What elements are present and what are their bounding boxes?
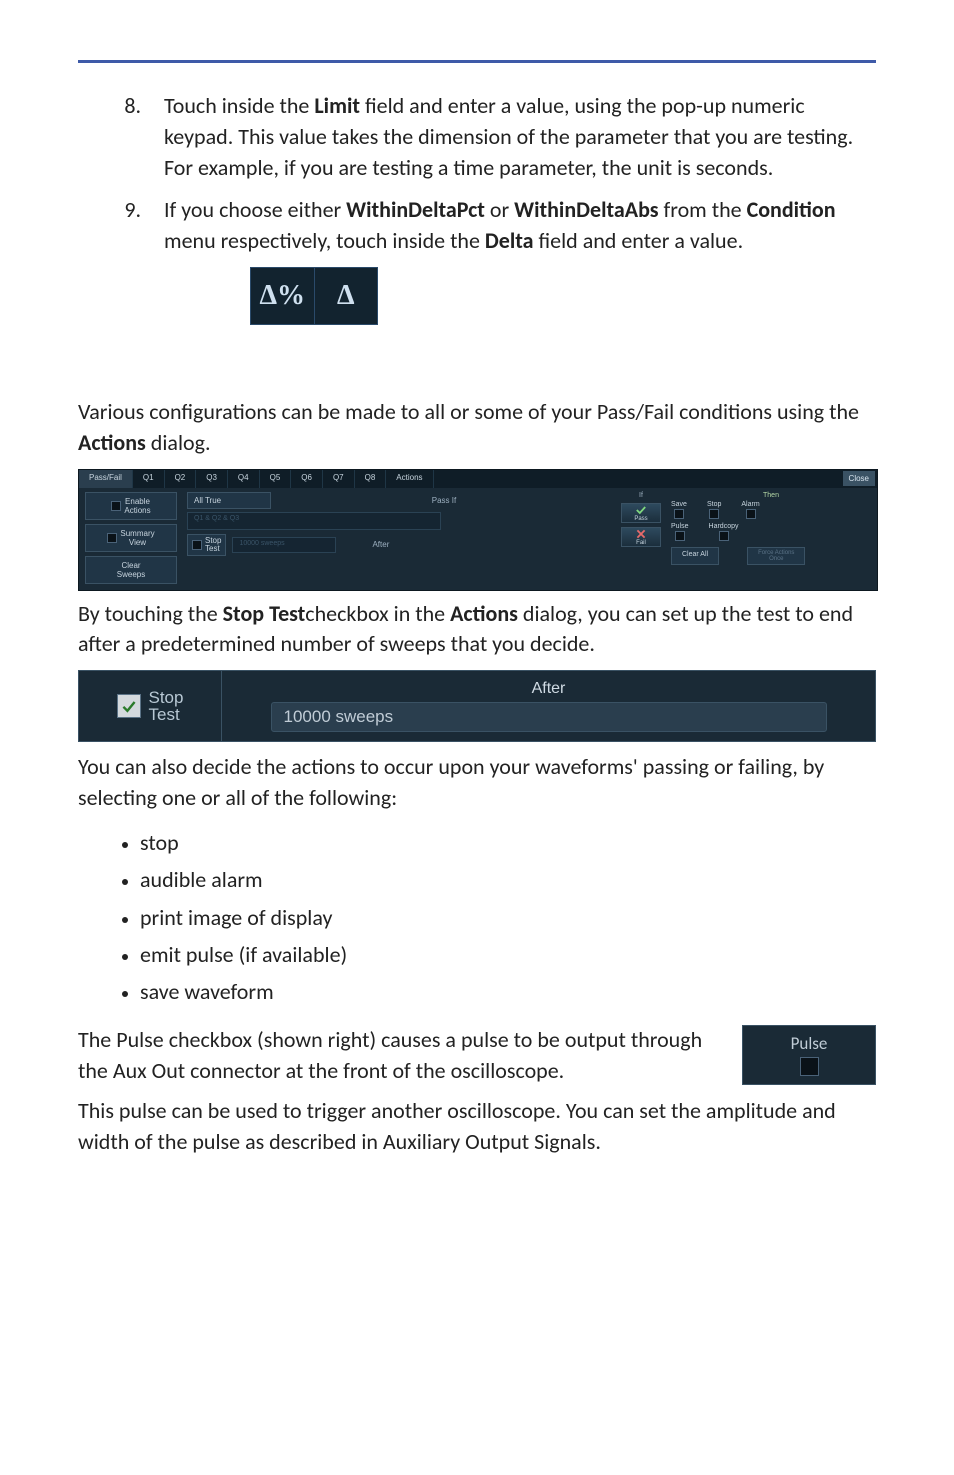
summary-view-checkbox[interactable]: Summary View [85, 524, 177, 552]
pulse-checkbox[interactable] [800, 1057, 819, 1076]
sweeps-value-field[interactable]: 10000 sweeps [271, 702, 827, 732]
alarm-label: Alarm [741, 501, 759, 508]
checkbox-icon [107, 533, 117, 543]
instruction-item-8: Touch inside the Limit field and enter a… [146, 91, 876, 183]
tab-q4[interactable]: Q4 [228, 470, 260, 488]
cross-icon [634, 528, 648, 540]
pass-label: Pass [634, 516, 647, 522]
para1-bold-actions: Actions [78, 429, 146, 456]
delta-buttons-figure: Δ% Δ [250, 267, 378, 325]
bullet-emit-pulse: emit pulse (if available) [140, 936, 876, 973]
sweeps-field-small[interactable]: 10000 sweeps [232, 537, 336, 553]
tab-q6[interactable]: Q6 [291, 470, 323, 488]
then-label: Then [671, 492, 871, 499]
stop-label: Stop [707, 501, 721, 508]
tab-q1[interactable]: Q1 [133, 470, 165, 488]
paragraph-pulse-trigger: This pulse can be used to trigger anothe… [78, 1096, 876, 1158]
item9-mid2: from the [659, 196, 747, 223]
para2-pre: By touching the [78, 600, 223, 627]
hardcopy-label: Hardcopy [709, 523, 739, 530]
checkbox-icon [111, 501, 121, 511]
clear-all-button[interactable]: Clear All [671, 547, 719, 565]
paragraph-pulse: The Pulse checkbox (shown right) causes … [78, 1025, 712, 1087]
fail-label: Fail [636, 540, 646, 546]
instruction-item-9: If you choose either WithinDeltaPct or W… [146, 195, 876, 325]
close-button[interactable]: Close [843, 471, 875, 486]
para1-pre: Various configurations can be made to al… [78, 398, 859, 425]
item9-bold-condition: Condition [747, 196, 836, 223]
enable-actions-checkbox[interactable]: Enable Actions [85, 492, 177, 520]
clear-sweeps-label: Clear Sweeps [117, 561, 145, 579]
para1-post: dialog. [146, 429, 211, 456]
delta-percent-button[interactable]: Δ% [251, 276, 314, 315]
tab-q3[interactable]: Q3 [196, 470, 228, 488]
enable-actions-label: Enable Actions [124, 497, 150, 515]
tab-q7[interactable]: Q7 [323, 470, 355, 488]
item9-mid1: or [485, 196, 514, 223]
actions-dialog-figure: Close Pass/Fail Q1 Q2 Q3 Q4 Q5 Q6 Q7 Q8 … [78, 469, 878, 591]
paragraph-actions-list-intro: You can also decide the actions to occur… [78, 752, 876, 814]
save-label: Save [671, 501, 687, 508]
item9-bold-withindeltapct: WithinDeltaPct [346, 196, 485, 223]
para2-mid1: checkbox in the [305, 600, 450, 627]
save-checkbox[interactable] [674, 509, 684, 519]
page-top-rule [78, 60, 876, 63]
tab-q5[interactable]: Q5 [260, 470, 292, 488]
if-label: If [621, 492, 661, 499]
checkmark-icon [634, 504, 648, 516]
item9-bold-delta: Delta [485, 227, 534, 254]
tab-actions[interactable]: Actions [386, 470, 433, 488]
paragraph-stop-test: By touching the Stop Testcheckbox in the… [78, 599, 876, 661]
pass-if-label: Pass If [432, 496, 456, 505]
item9-post: field and enter a value. [534, 227, 744, 254]
checkmark-icon [121, 698, 137, 714]
clear-sweeps-button[interactable]: Clear Sweeps [85, 556, 177, 584]
stop-test-label-small: Stop Test [205, 537, 221, 553]
delta-abs-button[interactable]: Δ [315, 276, 378, 315]
dialog-tab-strip: Pass/Fail Q1 Q2 Q3 Q4 Q5 Q6 Q7 Q8 Action… [79, 470, 877, 488]
hardcopy-checkbox[interactable] [719, 531, 729, 541]
stop-test-checkbox-box [117, 694, 141, 718]
all-true-dropdown[interactable]: All True [187, 492, 271, 509]
tab-passfail[interactable]: Pass/Fail [79, 470, 133, 488]
force-actions-once-button[interactable]: Force Actions Once [747, 547, 805, 565]
pulse-checkbox-small[interactable] [675, 531, 685, 541]
fail-indicator[interactable]: Fail [621, 527, 661, 547]
alarm-checkbox[interactable] [746, 509, 756, 519]
stop-checkbox[interactable] [709, 509, 719, 519]
para2-bold-actions: Actions [450, 600, 518, 627]
paragraph-actions-intro: Various configurations can be made to al… [78, 397, 876, 459]
stop-test-bar-figure: Stop Test After 10000 sweeps [78, 670, 876, 742]
pass-indicator[interactable]: Pass [621, 503, 661, 523]
item9-pre: If you choose either [164, 196, 346, 223]
stop-test-checkbox-small[interactable]: Stop Test [187, 534, 226, 556]
summary-view-label: Summary View [120, 529, 154, 547]
item9-bold-withindeltaabs: WithinDeltaAbs [514, 196, 658, 223]
pulse-label: Pulse [791, 1033, 828, 1054]
bullet-print: print image of display [140, 899, 876, 936]
action-bullets: stop audible alarm print image of displa… [140, 824, 876, 1011]
instruction-list: Touch inside the Limit field and enter a… [94, 91, 876, 325]
tab-q2[interactable]: Q2 [165, 470, 197, 488]
bullet-audible-alarm: audible alarm [140, 861, 876, 898]
item8-pre: Touch inside the [164, 92, 314, 119]
pulse-checkbox-figure: Pulse [742, 1025, 876, 1085]
stop-test-checkbox[interactable]: Stop Test [79, 671, 222, 741]
tab-q8[interactable]: Q8 [355, 470, 387, 488]
after-label-small: After [372, 540, 389, 549]
expression-field[interactable]: Q1 & Q2 & Q3 [187, 512, 441, 530]
pulse-label-small: Pulse [671, 523, 689, 530]
after-label: After [532, 680, 566, 698]
item9-mid3: menu respectively, touch inside the [164, 227, 485, 254]
item8-bold-limit: Limit [314, 92, 360, 119]
checkbox-icon [192, 540, 202, 550]
stop-test-label: Stop Test [149, 689, 184, 723]
para2-bold-stoptest: Stop Test [223, 600, 306, 627]
bullet-save-waveform: save waveform [140, 973, 876, 1010]
bullet-stop: stop [140, 824, 876, 861]
